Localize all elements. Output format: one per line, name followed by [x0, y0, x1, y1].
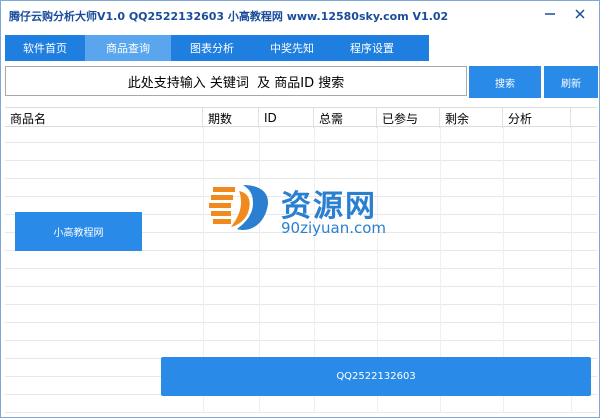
- qq-contact-button[interactable]: QQ2522132603: [161, 357, 591, 396]
- tab-chart-analysis[interactable]: 图表分析: [171, 35, 253, 61]
- column-header-period[interactable]: 期数: [203, 108, 259, 128]
- titlebar: 腾仔云购分析大师V1.0 QQ2522132603 小高教程网 www.1258…: [1, 1, 599, 29]
- table-header: 商品名 期数 ID 总需 已参与 剩余 分析: [5, 107, 597, 128]
- search-input[interactable]: [6, 67, 466, 95]
- xiaogao-tutorial-button[interactable]: 小高教程网: [15, 212, 142, 251]
- search-field: [5, 66, 467, 96]
- tab-home[interactable]: 软件首页: [5, 35, 85, 61]
- window-controls: [535, 3, 595, 25]
- watermark-subtitle: 90ziyuan.com: [281, 219, 387, 237]
- column-header-total[interactable]: 总需: [314, 108, 377, 128]
- window-title: 腾仔云购分析大师V1.0 QQ2522132603 小高教程网 www.1258…: [9, 10, 449, 23]
- column-header-analysis[interactable]: 分析: [503, 108, 571, 128]
- tab-winning-prophet[interactable]: 中奖先知: [253, 35, 331, 61]
- column-header-id[interactable]: ID: [259, 108, 314, 128]
- column-header-remaining[interactable]: 剩余: [440, 108, 503, 128]
- column-header-joined[interactable]: 已参与: [377, 108, 440, 128]
- tab-bar: 软件首页 商品查询 图表分析 中奖先知 程序设置: [5, 35, 429, 61]
- close-icon[interactable]: [565, 3, 595, 25]
- column-header-name[interactable]: 商品名: [5, 108, 203, 128]
- watermark: 资源网 90ziyuan.com: [209, 179, 399, 239]
- tab-product-query[interactable]: 商品查询: [85, 35, 171, 61]
- tab-settings[interactable]: 程序设置: [331, 35, 413, 61]
- watermark-logo-icon: [209, 185, 268, 231]
- minimize-icon[interactable]: [535, 3, 565, 25]
- search-button[interactable]: 搜索: [469, 66, 541, 98]
- refresh-button[interactable]: 刷新: [544, 66, 598, 98]
- app-window: 腾仔云购分析大师V1.0 QQ2522132603 小高教程网 www.1258…: [0, 0, 600, 418]
